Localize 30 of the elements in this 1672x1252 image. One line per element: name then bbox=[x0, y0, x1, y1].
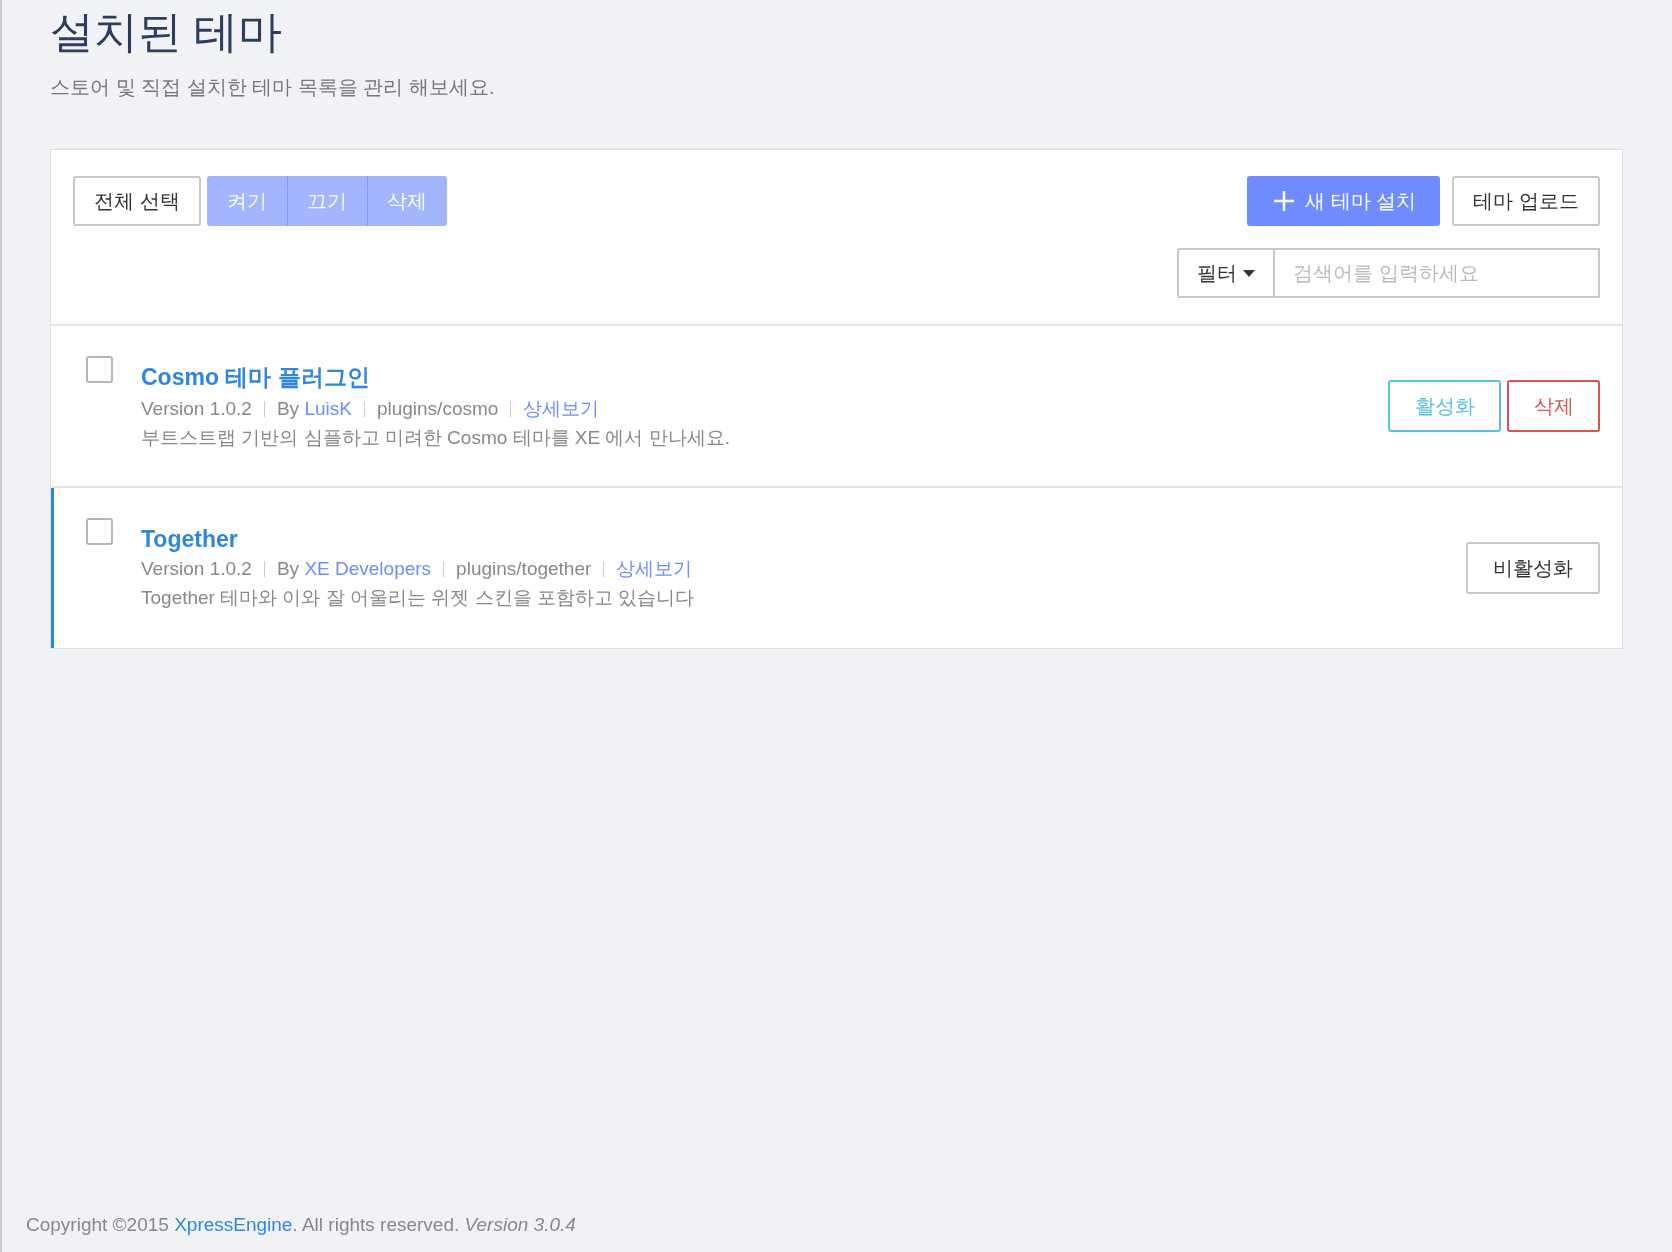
by-label: By bbox=[276, 397, 301, 419]
checkbox[interactable] bbox=[86, 356, 113, 383]
plus-icon bbox=[1273, 190, 1296, 212]
delete-button[interactable]: 삭제 bbox=[1507, 380, 1600, 432]
theme-version: Version 1.0.2 bbox=[141, 560, 253, 577]
theme-version: Version 1.0.2 bbox=[141, 400, 253, 417]
theme-path: plugins/together bbox=[456, 557, 592, 579]
theme-path: plugins/cosmo bbox=[376, 397, 499, 419]
details-link[interactable]: 상세보기 bbox=[523, 397, 600, 419]
by-label: By bbox=[276, 557, 301, 579]
checkbox[interactable] bbox=[86, 518, 113, 545]
author-link[interactable]: XE Developers bbox=[304, 557, 432, 579]
details-link[interactable]: 상세보기 bbox=[616, 557, 693, 579]
page-subtitle: 스토어 및 직접 설치한 테마 목록을 관리 해보세요. bbox=[50, 75, 496, 100]
theme-description: Together 테마와 이와 잘 어울리는 위젯 스킨을 포함하고 있습니다 bbox=[141, 585, 696, 610]
xpressengine-link[interactable]: XpressEngine bbox=[174, 1214, 293, 1235]
select-all-button[interactable]: 전체 선택 bbox=[73, 176, 201, 226]
filter-dropdown[interactable]: 필터 bbox=[1177, 248, 1275, 298]
copyright-text: Copyright ©2015 XpressEngine. All rights reserved. Version 3.0.4 bbox=[25, 1214, 577, 1237]
theme-name: Together bbox=[141, 525, 239, 553]
author-link[interactable]: LuisK bbox=[304, 397, 352, 419]
page-title: 설치된 테마 bbox=[50, 6, 284, 58]
activate-button[interactable]: 활성화 bbox=[1388, 380, 1501, 432]
caret-icon bbox=[1243, 269, 1255, 277]
theme-name: Cosmo 테마 플러그인 bbox=[141, 362, 371, 392]
deactivate-button[interactable]: 비활성화 bbox=[1466, 542, 1600, 594]
search-field[interactable]: 검색어를 입력하세요 bbox=[1275, 248, 1600, 298]
install-theme-button[interactable]: 새 테마 설치 bbox=[1247, 176, 1441, 226]
theme-description: 부트스트랩 기반의 심플하고 미려한 Cosmo 테마를 XE 에서 만나세요. bbox=[141, 425, 732, 450]
upload-theme-button[interactable]: 테마 업로드 bbox=[1452, 176, 1600, 226]
